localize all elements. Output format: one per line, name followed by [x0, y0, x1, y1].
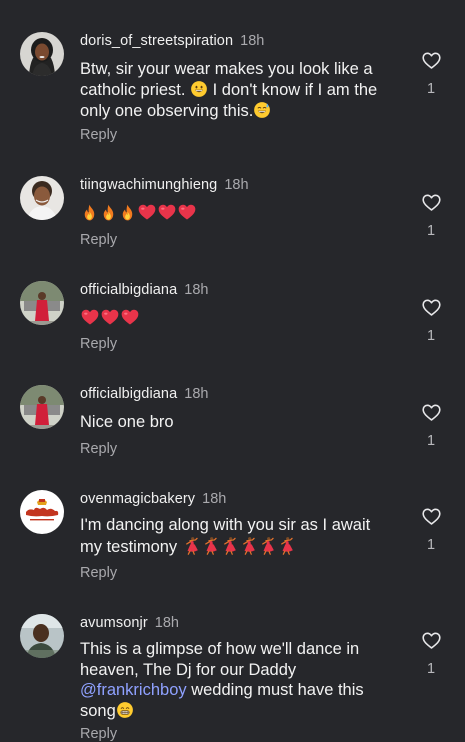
mention-link[interactable]: @frankrichboy — [80, 681, 187, 699]
reply-button[interactable]: Reply — [80, 726, 117, 742]
comment-header: doris_of_streetspiration 18h — [80, 32, 264, 50]
username[interactable]: avumsonjr — [80, 615, 148, 631]
comment-text: I'm dancing along with you sir as I awai… — [80, 515, 380, 558]
username[interactable]: doris_of_streetspiration — [80, 33, 233, 49]
comment-header: ovenmagicbakery 18h — [80, 490, 226, 508]
username[interactable]: ovenmagicbakery — [80, 491, 195, 507]
username[interactable]: officialbigdiana — [80, 386, 177, 402]
dancer-emoji — [277, 536, 296, 555]
reply-button[interactable]: Reply — [80, 232, 117, 248]
comment-header: avumsonjr 18h — [80, 614, 179, 632]
comment-text — [80, 307, 400, 330]
comment-header: officialbigdiana 18h — [80, 281, 208, 299]
comment-text: This is a glimpse of how we'll dance in … — [80, 639, 380, 721]
like-count: 1 — [426, 81, 436, 97]
like-column: 1 — [420, 192, 442, 239]
red-heart-emoji — [120, 307, 140, 327]
red-heart-emoji — [177, 202, 197, 222]
fire-emoji — [99, 203, 118, 222]
timestamp: 18h — [184, 282, 209, 298]
reply-button[interactable]: Reply — [80, 441, 117, 457]
like-count: 1 — [426, 223, 436, 239]
like-column: 1 — [420, 50, 442, 97]
heart-outline-icon[interactable] — [420, 192, 442, 213]
grimacing-face-emoji — [116, 701, 134, 719]
red-heart-emoji — [80, 307, 100, 327]
dancer-emoji — [239, 536, 258, 555]
heart-outline-icon[interactable] — [420, 50, 442, 71]
reply-button[interactable]: Reply — [80, 565, 117, 581]
comment-header: tiingwachimunghieng 18h — [80, 176, 249, 194]
timestamp: 18h — [154, 615, 179, 631]
avatar[interactable] — [20, 281, 64, 325]
avatar[interactable] — [20, 32, 64, 76]
like-count: 1 — [426, 433, 436, 449]
dancer-emoji — [201, 536, 220, 555]
comment-text: Nice one bro — [80, 413, 174, 431]
timestamp: 18h — [240, 33, 265, 49]
like-column: 1 — [420, 506, 442, 553]
heart-outline-icon[interactable] — [420, 402, 442, 423]
reply-button[interactable]: Reply — [80, 127, 117, 143]
like-column: 1 — [420, 402, 442, 449]
avatar[interactable] — [20, 614, 64, 658]
avatar[interactable] — [20, 490, 64, 534]
like-count: 1 — [426, 661, 436, 677]
comment-text — [80, 202, 400, 225]
timestamp: 18h — [184, 386, 209, 402]
red-heart-emoji — [100, 307, 120, 327]
avatar[interactable] — [20, 176, 64, 220]
timestamp: 18h — [224, 177, 249, 193]
red-heart-emoji — [157, 202, 177, 222]
heart-outline-icon[interactable] — [420, 630, 442, 651]
red-heart-emoji — [137, 202, 157, 222]
like-column: 1 — [420, 297, 442, 344]
grinning-face-emoji — [190, 80, 208, 98]
dancer-emoji — [220, 536, 239, 555]
timestamp: 18h — [202, 491, 227, 507]
username[interactable]: tiingwachimunghieng — [80, 177, 217, 193]
reply-button[interactable]: Reply — [80, 336, 117, 352]
like-count: 1 — [426, 537, 436, 553]
like-count: 1 — [426, 328, 436, 344]
username[interactable]: officialbigdiana — [80, 282, 177, 298]
heart-outline-icon[interactable] — [420, 297, 442, 318]
comment-text-part: This is a glimpse of how we'll dance in … — [80, 640, 360, 679]
comment-header: officialbigdiana 18h — [80, 385, 208, 403]
dancer-emoji — [182, 536, 201, 555]
grinning-sweat-emoji — [253, 101, 271, 119]
dancer-emoji — [258, 536, 277, 555]
heart-outline-icon[interactable] — [420, 506, 442, 527]
like-column: 1 — [420, 630, 442, 677]
comment-text: Btw, sir your wear makes you look like a… — [80, 59, 392, 122]
fire-emoji — [118, 203, 137, 222]
fire-emoji — [80, 203, 99, 222]
avatar[interactable] — [20, 385, 64, 429]
